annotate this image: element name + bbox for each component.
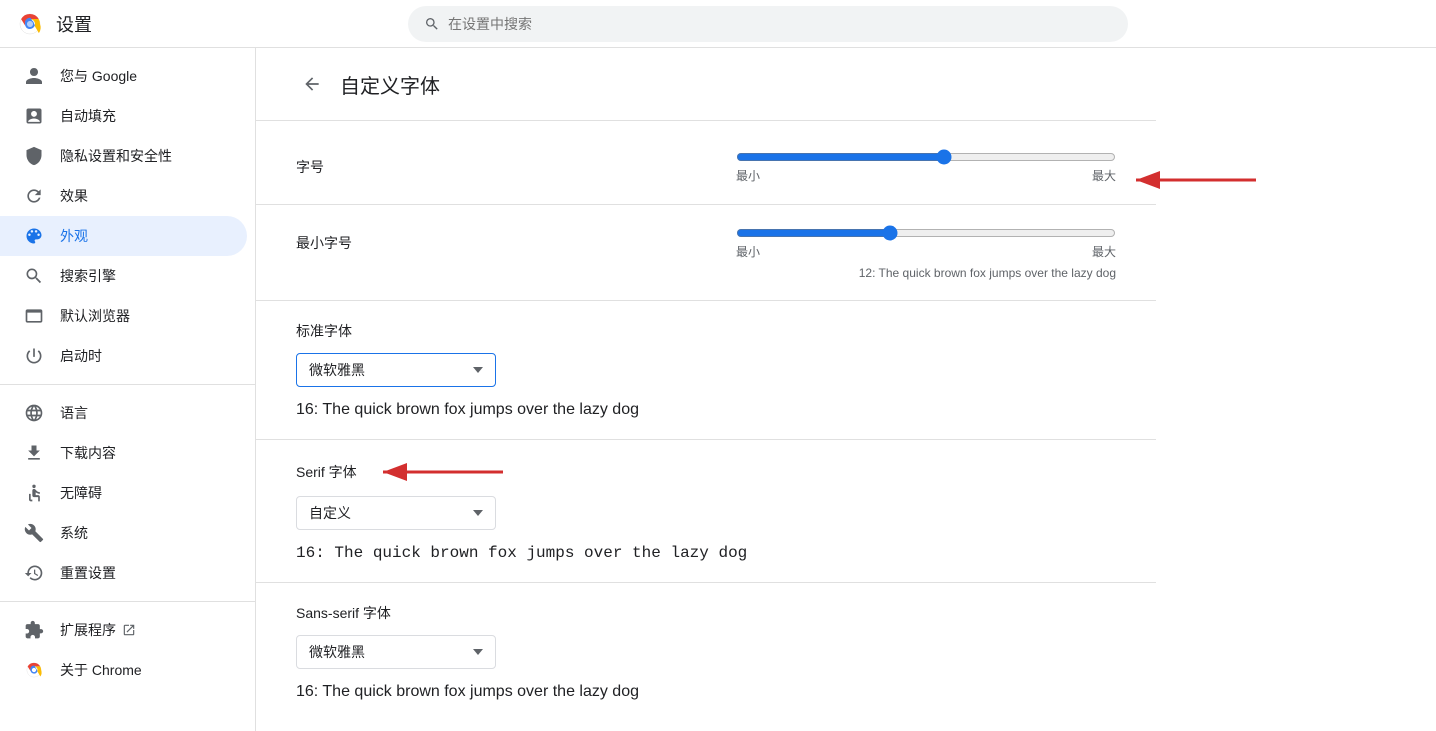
sidebar-label-browser: 默认浏览器 <box>60 306 130 326</box>
sidebar-item-search[interactable]: 搜索引擎 <box>0 256 247 296</box>
sidebar-item-google[interactable]: 您与 Google <box>0 56 247 96</box>
content: 自定义字体 字号 最小 最大 <box>256 48 1296 731</box>
about-chrome-icon <box>24 660 44 680</box>
back-header: 自定义字体 <box>256 48 1156 120</box>
content-inner: 自定义字体 字号 最小 最大 <box>256 48 1156 731</box>
search-bar[interactable] <box>408 6 1128 42</box>
content-area: 自定义字体 字号 最小 最大 <box>256 48 1436 731</box>
search-icon <box>424 16 440 32</box>
header: 设置 <box>0 0 1436 48</box>
sidebar-label-google: 您与 Google <box>60 66 137 86</box>
min-font-size-labels: 最小 最大 <box>736 243 1116 260</box>
globe-icon <box>24 403 44 423</box>
sidebar: 您与 Google 自动填充 隐私设置和安全性 效果 <box>0 48 256 731</box>
sidebar-item-about[interactable]: 关于 Chrome <box>0 650 247 690</box>
font-size-label: 字号 <box>296 157 324 177</box>
person-icon <box>24 66 44 86</box>
autofill-icon <box>24 106 44 126</box>
sidebar-item-autofill[interactable]: 自动填充 <box>0 96 247 136</box>
sidebar-divider-1 <box>0 384 255 385</box>
sans-serif-font-select[interactable]: 微软雅黑 Arial Helvetica <box>296 635 496 669</box>
sans-serif-font-section: Sans-serif 字体 微软雅黑 Arial Helvetica 16: T… <box>256 582 1156 721</box>
sidebar-item-effects[interactable]: 效果 <box>0 176 247 216</box>
right-panel <box>1296 48 1436 731</box>
font-size-section: 字号 最小 最大 <box>256 120 1156 204</box>
wrench-icon <box>24 523 44 543</box>
font-size-min-label: 最小 <box>736 167 760 184</box>
serif-font-select[interactable]: 自定义 Times New Roman Georgia <box>296 496 496 530</box>
sidebar-item-accessibility[interactable]: 无障碍 <box>0 473 247 513</box>
browser-icon <box>24 306 44 326</box>
min-font-size-preview: 12: The quick brown fox jumps over the l… <box>859 266 1116 280</box>
sidebar-item-browser[interactable]: 默认浏览器 <box>0 296 247 336</box>
sans-serif-font-label: Sans-serif 字体 <box>296 603 1116 623</box>
sidebar-label-extensions: 扩展程序 <box>60 620 136 640</box>
sidebar-item-system[interactable]: 系统 <box>0 513 247 553</box>
sidebar-label-accessibility: 无障碍 <box>60 483 102 503</box>
download-icon <box>24 443 44 463</box>
sans-serif-font-preview: 16: The quick brown fox jumps over the l… <box>296 683 1116 701</box>
font-size-max-label: 最大 <box>1092 167 1116 184</box>
app-title: 设置 <box>56 11 92 37</box>
standard-font-section: 标准字体 微软雅黑 Arial Times New Roman 16: The … <box>256 300 1156 439</box>
standard-font-select[interactable]: 微软雅黑 Arial Times New Roman <box>296 353 496 387</box>
shield-icon <box>24 146 44 166</box>
min-font-max-label: 最大 <box>1092 243 1116 260</box>
sidebar-label-language: 语言 <box>60 403 88 423</box>
sidebar-label-search: 搜索引擎 <box>60 266 116 286</box>
min-font-size-label: 最小字号 <box>296 233 352 253</box>
main-layout: 您与 Google 自动填充 隐私设置和安全性 效果 <box>0 48 1436 731</box>
chrome-logo-icon <box>16 10 44 38</box>
serif-font-section: Serif 字体 自定义 Times New Roman Georgia 16:… <box>256 439 1156 582</box>
min-font-size-slider[interactable] <box>736 225 1116 241</box>
effects-icon <box>24 186 44 206</box>
search-icon <box>24 266 44 286</box>
sidebar-label-privacy: 隐私设置和安全性 <box>60 146 172 166</box>
sidebar-label-autofill: 自动填充 <box>60 106 116 126</box>
serif-font-label: Serif 字体 <box>296 462 357 482</box>
serif-font-preview: 16: The quick brown fox jumps over the l… <box>296 544 1116 562</box>
paint-icon <box>24 226 44 246</box>
reset-icon <box>24 563 44 583</box>
standard-font-label: 标准字体 <box>296 321 1116 341</box>
back-button[interactable] <box>296 68 328 100</box>
sidebar-label-system: 系统 <box>60 523 88 543</box>
accessibility-icon <box>24 483 44 503</box>
sidebar-item-startup[interactable]: 启动时 <box>0 336 247 376</box>
sidebar-label-about: 关于 Chrome <box>60 660 142 680</box>
sidebar-label-downloads: 下载内容 <box>60 443 116 463</box>
puzzle-icon <box>24 620 44 640</box>
sidebar-item-reset[interactable]: 重置设置 <box>0 553 247 593</box>
sidebar-item-appearance[interactable]: 外观 <box>0 216 247 256</box>
red-arrow-left <box>373 460 513 484</box>
sidebar-item-extensions[interactable]: 扩展程序 <box>0 610 247 650</box>
font-size-slider[interactable] <box>736 149 1116 165</box>
sidebar-label-startup: 启动时 <box>60 346 102 366</box>
power-icon <box>24 346 44 366</box>
red-arrow-right-1 <box>1126 165 1266 195</box>
sidebar-label-effects: 效果 <box>60 186 88 206</box>
min-font-size-slider-group: 最小 最大 <box>736 225 1116 260</box>
sidebar-item-language[interactable]: 语言 <box>0 393 247 433</box>
min-font-size-section: 最小字号 最小 最大 12: The quick brown fox jumps… <box>256 204 1156 300</box>
page-title: 自定义字体 <box>340 70 440 99</box>
sidebar-item-privacy[interactable]: 隐私设置和安全性 <box>0 136 247 176</box>
sidebar-item-downloads[interactable]: 下载内容 <box>0 433 247 473</box>
font-size-slider-group: 最小 最大 <box>736 149 1116 184</box>
sidebar-label-reset: 重置设置 <box>60 563 116 583</box>
min-font-min-label: 最小 <box>736 243 760 260</box>
sidebar-divider-2 <box>0 601 255 602</box>
search-input[interactable] <box>448 16 1112 32</box>
font-size-labels: 最小 最大 <box>736 167 1116 184</box>
sidebar-label-appearance: 外观 <box>60 226 88 246</box>
standard-font-preview: 16: The quick brown fox jumps over the l… <box>296 401 1116 419</box>
